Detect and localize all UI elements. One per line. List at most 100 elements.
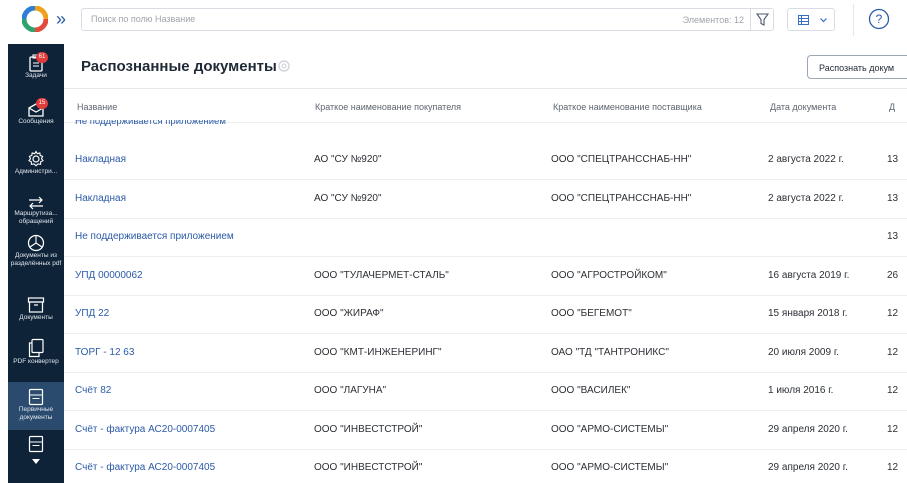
messages-badge: 15 (36, 98, 48, 109)
cell-extra: 13 (887, 154, 899, 165)
sidebar-item-label: Маршрутиза... обращений (14, 210, 58, 225)
table-row[interactable]: Счёт - фактура АС20-0007405 ООО "ИНВЕСТСТ… (64, 450, 907, 483)
cell-extra: 12 (887, 308, 899, 319)
caret-down-icon[interactable] (32, 459, 40, 464)
table-row[interactable]: УПД 00000062 ООО "ТУЛАЧЕРМЕТ-СТАЛЬ" ООО "А… (64, 258, 907, 296)
cell-name[interactable]: УПД 22 (75, 308, 109, 319)
cell-buyer: ООО "ЛАГУНА" (314, 385, 387, 396)
cell-name[interactable]: Накладная (75, 154, 126, 165)
cell-date: 20 июля 2009 г. (768, 346, 840, 358)
sidebar: 61 Задачи 15 Сообщения Администри... Мар… (8, 44, 64, 483)
view-mode-button[interactable] (787, 8, 835, 31)
table-row[interactable]: Накладная АО "СУ №920" ООО "СПЕЦТРАНССНАБ-… (64, 181, 907, 219)
svg-text:?: ? (876, 12, 883, 26)
cell-buyer: ООО "КМТ-ИНЖЕНЕРИНГ" (314, 346, 442, 358)
archive-icon (27, 297, 45, 313)
cell-extra: 13 (887, 192, 899, 204)
items-count: Элементов: 12 (682, 15, 744, 25)
column-header-date[interactable]: Дата документа (770, 102, 836, 112)
search-bar: Элементов: 12 (81, 8, 774, 31)
column-header-name[interactable]: Название (77, 102, 117, 112)
gear-icon (28, 150, 44, 167)
copy-icon (28, 338, 44, 358)
cell-extra: 12 (887, 385, 899, 396)
search-input[interactable] (91, 14, 591, 24)
sidebar-item-label: Документы из разделённых pdf (10, 252, 62, 267)
column-header-buyer[interactable]: Краткое наименование покупателя (315, 102, 461, 112)
cell-extra: 12 (887, 346, 899, 358)
sidebar-item-label: Администри... (14, 168, 58, 175)
cell-name[interactable]: Счёт 82 (75, 385, 111, 396)
sidebar-item-documents[interactable]: Документы (8, 292, 64, 330)
cell-buyer: ООО "ТУЛАЧЕРМЕТ-СТАЛЬ" (314, 269, 449, 281)
cell-buyer: ООО "ИНВЕСТСТРОЙ" (314, 423, 423, 435)
cell-name[interactable]: ТОРГ - 12 63 (75, 347, 134, 358)
tasks-badge: 61 (36, 52, 48, 63)
cell-date: 2 августа 2022 г. (768, 192, 844, 204)
cell-date: 16 августа 2019 г. (768, 269, 850, 281)
filter-button[interactable] (750, 8, 773, 31)
cell-extra: 12 (887, 462, 899, 473)
cell-extra: 12 (887, 423, 899, 435)
page-title: Распознанные документы (81, 58, 277, 75)
list-item[interactable]: Не поддерживается приложением (75, 120, 226, 126)
divider (853, 4, 854, 36)
recognize-button[interactable]: Распознать докум (807, 55, 907, 79)
arrows-icon (29, 196, 43, 210)
cell-extra: 13 (887, 231, 899, 242)
sidebar-item-routing[interactable]: Маршрутиза... обращений (8, 190, 64, 228)
cell-name[interactable]: Накладная (75, 193, 126, 204)
cell-name[interactable]: Счёт - фактура АС20-0007405 (75, 462, 215, 473)
sidebar-item-label: Документы (19, 314, 53, 321)
doc-icon (28, 435, 44, 453)
doc-icon (28, 388, 44, 406)
chevron-down-icon (820, 18, 827, 23)
divider (64, 88, 907, 89)
chart-icon (27, 234, 45, 252)
cell-buyer: АО "СУ №920" (314, 192, 382, 204)
cell-date: 29 апреля 2020 г. (768, 462, 848, 473)
table-row[interactable]: Счёт 82 ООО "ЛАГУНА" ООО "ВАСИЛЕК" 1 июля 2… (64, 373, 907, 411)
table-row[interactable]: УПД 22 ООО "ЖИРАФ" ООО "БЕГЕМОТ" 15 января … (64, 296, 907, 334)
app-logo-icon[interactable] (22, 6, 48, 32)
table-view-icon (798, 15, 809, 25)
cell-name[interactable]: Не поддерживается приложением (75, 231, 234, 242)
cell-date: 15 января 2018 г. (768, 308, 848, 319)
cell-date: 2 августа 2022 г. (768, 154, 844, 165)
cell-buyer: ООО "ИНВЕСТСТРОЙ" (314, 462, 423, 473)
sidebar-item-split-pdf[interactable]: Документы из разделённых pdf (8, 230, 64, 286)
cell-supplier: ООО "АГРОСТРОЙКОМ" (551, 269, 667, 281)
table-row[interactable]: Не поддерживается приложением 13 (64, 219, 907, 257)
column-header-extra[interactable]: Д (889, 102, 895, 112)
filter-icon (755, 13, 770, 26)
table-row[interactable]: ТОРГ - 12 63 ООО "КМТ-ИНЖЕНЕРИНГ" ОАО "ТД … (64, 335, 907, 373)
sidebar-item-label: Первичные документы (18, 406, 54, 421)
cell-buyer: АО "СУ №920" (314, 154, 382, 165)
table-row[interactable]: Накладная АО "СУ №920" ООО "СПЕЦТРАНССНАБ-… (64, 142, 907, 180)
sidebar-item-label: Сообщения (18, 118, 54, 125)
cell-supplier: ООО "СПЕЦТРАНССНАБ-НН" (551, 192, 692, 204)
top-bar: » Элементов: 12 ? (0, 0, 907, 42)
table-row[interactable]: Счёт - фактура АС20-0007405 ООО "ИНВЕСТСТ… (64, 412, 907, 450)
cell-supplier: ОАО "ТД "ТАНТРОНИКС" (551, 346, 669, 358)
sidebar-item-messages[interactable]: 15 Сообщения (8, 94, 64, 136)
cell-supplier: ООО "АРМО-СИСТЕМЫ" (551, 462, 669, 473)
settings-icon[interactable] (277, 59, 291, 73)
column-header-supplier[interactable]: Краткое наименование поставщика (553, 102, 702, 112)
sidebar-item-more[interactable] (8, 432, 64, 472)
sidebar-item-label: Задачи (25, 72, 47, 79)
expand-sidebar-icon[interactable]: » (56, 9, 66, 29)
sidebar-item-tasks[interactable]: 61 Задачи (8, 48, 64, 88)
cell-date: 1 июля 2016 г. (768, 385, 834, 396)
cell-supplier: ООО "СПЕЦТРАНССНАБ-НН" (551, 154, 692, 165)
help-icon[interactable]: ? (868, 8, 890, 30)
sidebar-item-admin[interactable]: Администри... (8, 144, 64, 186)
cell-name[interactable]: Счёт - фактура АС20-0007405 (75, 424, 215, 435)
cell-extra: 26 (887, 269, 899, 281)
cell-name[interactable]: УПД 00000062 (75, 270, 143, 281)
cell-supplier: ООО "ВАСИЛЕК" (551, 385, 631, 396)
cell-supplier: ООО "АРМО-СИСТЕМЫ" (551, 423, 669, 435)
sidebar-item-pdf-converter[interactable]: PDF конвертер (8, 334, 64, 380)
sidebar-item-label: PDF конвертер (13, 358, 59, 365)
sidebar-item-primary-documents[interactable]: Первичные документы (8, 382, 64, 430)
